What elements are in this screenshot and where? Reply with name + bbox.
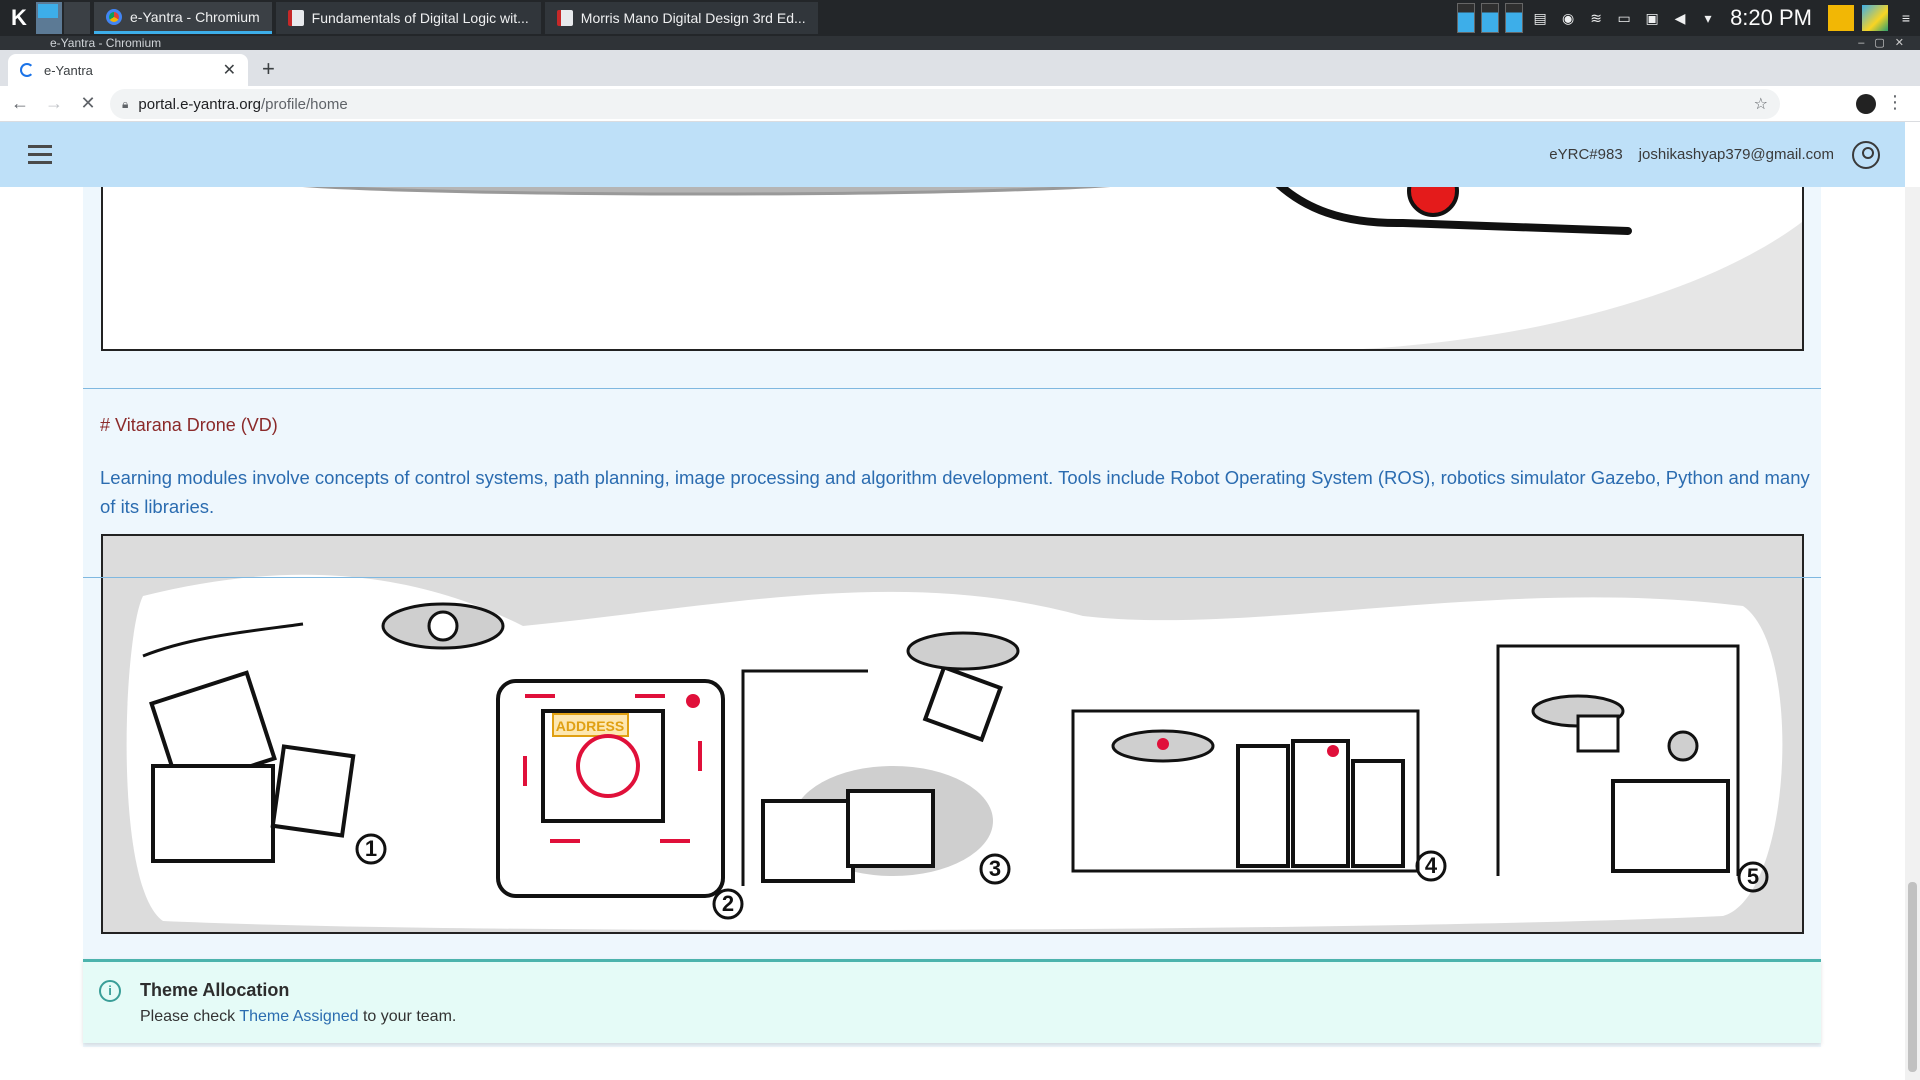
- section-divider: [83, 388, 1821, 389]
- page-scrollbar[interactable]: [1905, 187, 1920, 1080]
- wallpaper-icon[interactable]: [1862, 5, 1888, 31]
- task-label: Fundamentals of Digital Logic wit...: [311, 10, 529, 26]
- user-email: joshikashyap379@gmail.com: [1638, 146, 1834, 163]
- network-status-icon[interactable]: ◉: [1559, 9, 1577, 27]
- task-label: e-Yantra - Chromium: [130, 8, 260, 25]
- volume-muted-icon[interactable]: ◀: [1671, 9, 1689, 27]
- tab-title: e-Yantra: [44, 62, 93, 78]
- scrollbar-thumb[interactable]: [1908, 882, 1917, 1072]
- vitarana-drone-illustration: 1 ADDRESS 2 3 4 5: [101, 534, 1804, 934]
- info-icon: i: [99, 980, 121, 1002]
- alert-title: Theme Allocation: [140, 980, 290, 1000]
- theme-title: # Vitarana Drone (VD): [100, 415, 278, 435]
- forward-arrow-icon[interactable]: →: [40, 93, 68, 114]
- address-bar[interactable]: 🔒︎ portal.e-yantra.org/profile/home ☆: [110, 89, 1780, 119]
- illustration-step-label: 4: [1425, 853, 1438, 878]
- task-label: Morris Mano Digital Design 3rd Ed...: [580, 10, 806, 26]
- illustration-step-label: 1: [365, 836, 377, 861]
- wifi-icon[interactable]: ≋: [1587, 9, 1605, 27]
- clock[interactable]: 8:20 PM: [1730, 5, 1812, 31]
- kde-launcher-icon[interactable]: K: [4, 0, 34, 36]
- alert-body-prefix: Please check: [140, 1008, 240, 1025]
- illustration-step-label: 5: [1747, 864, 1759, 889]
- window-controls[interactable]: –▢✕: [1858, 36, 1914, 50]
- browser-menu-icon[interactable]: ⋮: [1886, 92, 1904, 113]
- window-titlebar: e-Yantra - Chromium –▢✕: [0, 36, 1920, 50]
- url-host: portal.e-yantra.org: [138, 95, 261, 113]
- battery-gauge-icon: [1481, 3, 1500, 33]
- theme-assigned-link[interactable]: Theme Assigned: [239, 1008, 358, 1025]
- close-icon[interactable]: ✕: [223, 60, 236, 80]
- virtual-desktop-2[interactable]: [64, 2, 90, 34]
- lock-icon[interactable]: ▣: [1643, 9, 1661, 27]
- system-tray: ▤ ◉ ≋ ▭ ▣ ◀ ▾ 8:20 PM ≡: [1454, 0, 1920, 36]
- document-viewer-icon: [287, 10, 304, 26]
- virtual-desktop-1[interactable]: [36, 2, 62, 34]
- document-viewer-icon: [556, 10, 573, 26]
- stop-loading-icon[interactable]: ✕: [74, 93, 102, 114]
- browser-tabstrip: e-Yantra ✕ +: [0, 50, 1920, 86]
- alert-body: Please check Theme Assigned to your team…: [140, 1008, 456, 1026]
- theme-description: Learning modules involve concepts of con…: [100, 467, 1810, 517]
- battery-icon[interactable]: ▭: [1615, 9, 1633, 27]
- chevron-down-icon[interactable]: ▾: [1699, 9, 1717, 27]
- url-path: /profile/home: [260, 95, 348, 113]
- task-chromium[interactable]: e-Yantra - Chromium: [94, 2, 272, 34]
- loading-spinner-icon: [20, 63, 34, 77]
- window-title: e-Yantra - Chromium: [50, 36, 162, 50]
- alert-body-suffix: to your team.: [358, 1008, 457, 1025]
- notes-icon[interactable]: [1828, 5, 1854, 31]
- bookmark-star-icon[interactable]: ☆: [1754, 94, 1768, 114]
- battery-gauge-icon: [1505, 3, 1524, 33]
- chromium-icon: [106, 8, 122, 25]
- illustration-step-label: 3: [989, 856, 1001, 881]
- account-circle-icon[interactable]: [1852, 140, 1880, 169]
- app-header: eYRC#983 joshikashyap379@gmail.com: [0, 122, 1905, 187]
- browser-tab[interactable]: e-Yantra ✕: [8, 54, 248, 86]
- team-id: eYRC#983: [1549, 146, 1623, 163]
- task-morris-mano-pdf[interactable]: Morris Mano Digital Design 3rd Ed...: [544, 2, 818, 34]
- task-digital-logic-pdf[interactable]: Fundamentals of Digital Logic wit...: [275, 2, 541, 34]
- theme-allocation-alert: i Theme Allocation Please check Theme As…: [83, 959, 1821, 1043]
- lock-icon[interactable]: 🔒︎: [122, 97, 128, 112]
- battery-gauge-icon: [1457, 3, 1476, 33]
- clipboard-icon[interactable]: ▤: [1531, 9, 1549, 27]
- browser-toolbar: ← → ✕ 🔒︎ portal.e-yantra.org/profile/hom…: [0, 86, 1920, 122]
- new-tab-button[interactable]: +: [262, 56, 275, 82]
- hamburger-menu-icon[interactable]: [28, 140, 52, 169]
- previous-theme-illustration: [101, 187, 1804, 351]
- page-content: # Vitarana Drone (VD) Learning modules i…: [0, 187, 1905, 1080]
- section-divider: [83, 577, 1821, 578]
- profile-avatar[interactable]: [1856, 94, 1876, 114]
- illustration-step-label: ADDRESS: [556, 718, 624, 734]
- panel-menu-icon[interactable]: ≡: [1897, 9, 1915, 27]
- back-arrow-icon[interactable]: ←: [6, 93, 34, 114]
- system-taskbar: K e-Yantra - Chromium Fundamentals of Di…: [0, 0, 1920, 36]
- header-user-info: eYRC#983 joshikashyap379@gmail.com: [1549, 122, 1880, 187]
- illustration-step-label: 2: [722, 891, 734, 916]
